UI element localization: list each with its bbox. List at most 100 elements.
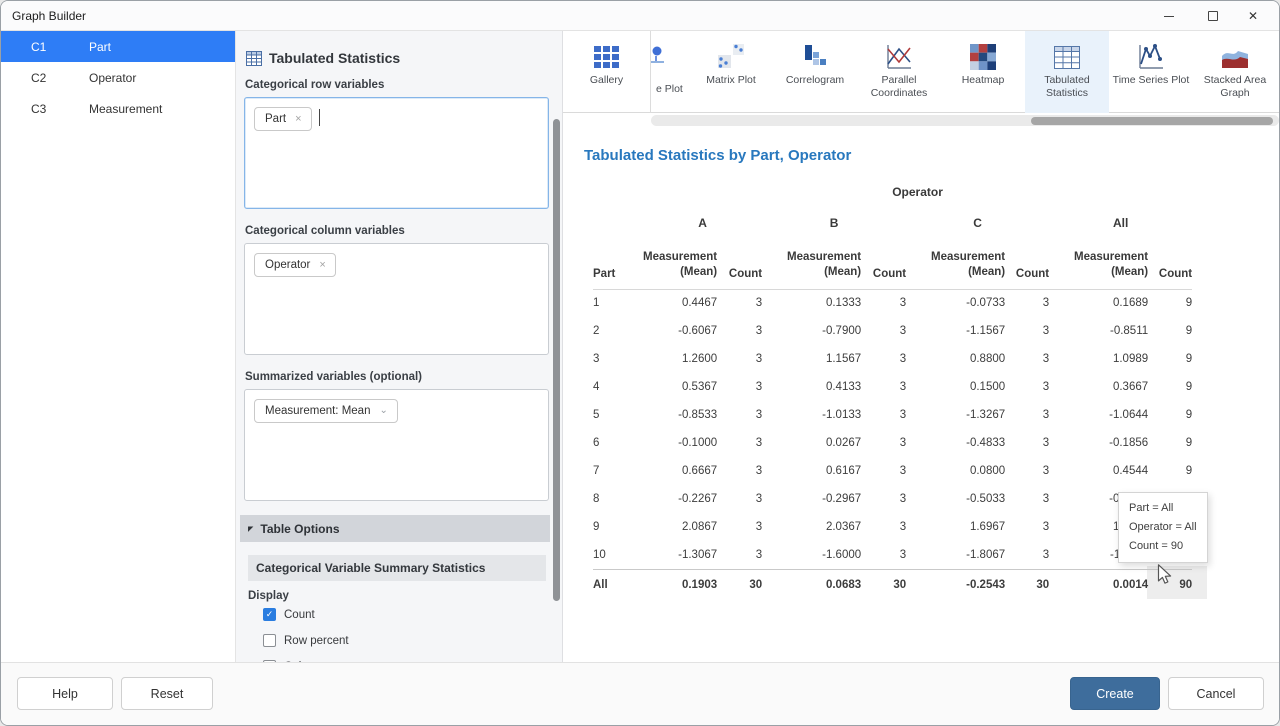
mean-cell[interactable]: -1.0644: [1049, 401, 1148, 429]
count-cell[interactable]: 3: [717, 513, 762, 541]
checkbox-checked-icon[interactable]: ✓: [263, 608, 276, 621]
mean-cell[interactable]: -0.2543: [906, 569, 1005, 601]
part-cell[interactable]: 10: [593, 541, 643, 569]
checkbox-count[interactable]: ✓ Count: [263, 608, 544, 621]
part-cell[interactable]: 7: [593, 457, 643, 485]
table-options-expander[interactable]: ◤ Table Options: [240, 515, 550, 542]
mean-cell[interactable]: 1.1567: [762, 345, 861, 373]
mean-cell[interactable]: 0.1333: [762, 289, 861, 317]
mean-cell[interactable]: -0.1856: [1049, 429, 1148, 457]
count-cell[interactable]: 3: [861, 373, 906, 401]
mean-cell[interactable]: -1.1567: [906, 317, 1005, 345]
count-cell[interactable]: 3: [861, 541, 906, 569]
count-cell[interactable]: 3: [861, 457, 906, 485]
close-button[interactable]: ✕: [1233, 1, 1273, 31]
gallery-item-heatmap[interactable]: Heatmap: [941, 31, 1025, 113]
count-cell[interactable]: 30: [1005, 569, 1049, 601]
chevron-down-icon[interactable]: ⌄: [379, 406, 387, 416]
mean-cell[interactable]: -1.3067: [643, 541, 717, 569]
mean-cell[interactable]: 0.3667: [1049, 373, 1148, 401]
mean-cell[interactable]: -0.8533: [643, 401, 717, 429]
mean-cell[interactable]: 0.4133: [762, 373, 861, 401]
mean-cell[interactable]: 0.6167: [762, 457, 861, 485]
count-cell[interactable]: 3: [717, 317, 762, 345]
mean-cell[interactable]: -1.6000: [762, 541, 861, 569]
cancel-button[interactable]: Cancel: [1168, 677, 1264, 710]
count-cell[interactable]: 3: [717, 373, 762, 401]
sidebar-item-part[interactable]: C1 Part: [1, 31, 235, 62]
variable-chip-operator[interactable]: Operator ×: [254, 253, 336, 277]
count-cell[interactable]: 3: [1005, 513, 1049, 541]
count-cell[interactable]: 3: [861, 429, 906, 457]
variable-chip-measurement-mean[interactable]: Measurement: Mean ⌄: [254, 399, 398, 423]
count-cell[interactable]: 3: [717, 289, 762, 317]
gallery-item-parallel-coordinates[interactable]: Parallel Coordinates: [857, 31, 941, 113]
scrollbar-thumb[interactable]: [553, 119, 560, 601]
mean-cell[interactable]: -0.4833: [906, 429, 1005, 457]
maximize-button[interactable]: [1193, 1, 1233, 31]
mean-cell[interactable]: 0.0683: [762, 569, 861, 601]
mean-cell[interactable]: -1.8067: [906, 541, 1005, 569]
sidebar-item-measurement[interactable]: C3 Measurement: [1, 93, 235, 124]
minimize-button[interactable]: [1149, 1, 1189, 31]
mean-cell[interactable]: 0.5367: [643, 373, 717, 401]
create-button[interactable]: Create: [1070, 677, 1160, 710]
count-cell[interactable]: 3: [1005, 429, 1049, 457]
mean-cell[interactable]: 0.4544: [1049, 457, 1148, 485]
summarized-variables-dropzone[interactable]: Measurement: Mean ⌄: [244, 389, 549, 501]
help-button[interactable]: Help: [17, 677, 113, 710]
mean-cell[interactable]: 0.0014: [1049, 569, 1148, 601]
gallery-item-matrix-plot[interactable]: Matrix Plot: [689, 31, 773, 113]
mean-cell[interactable]: -0.2967: [762, 485, 861, 513]
row-variables-dropzone[interactable]: Part ×: [244, 97, 549, 209]
part-cell[interactable]: 6: [593, 429, 643, 457]
count-cell[interactable]: 3: [1005, 457, 1049, 485]
count-cell[interactable]: 9: [1148, 345, 1192, 373]
count-cell[interactable]: 9: [1148, 373, 1192, 401]
count-cell[interactable]: 3: [1005, 401, 1049, 429]
mean-cell[interactable]: 0.1500: [906, 373, 1005, 401]
count-cell[interactable]: 9: [1148, 401, 1192, 429]
count-cell[interactable]: 30: [717, 569, 762, 601]
mean-cell[interactable]: 2.0867: [643, 513, 717, 541]
count-cell[interactable]: 3: [717, 457, 762, 485]
count-cell[interactable]: 3: [717, 429, 762, 457]
count-cell[interactable]: 9: [1148, 457, 1192, 485]
part-cell[interactable]: All: [593, 569, 643, 601]
count-cell[interactable]: 3: [1005, 345, 1049, 373]
mean-cell[interactable]: 0.1689: [1049, 289, 1148, 317]
panel-vertical-scrollbar[interactable]: [553, 31, 561, 664]
mean-cell[interactable]: -0.1000: [643, 429, 717, 457]
part-cell[interactable]: 9: [593, 513, 643, 541]
count-cell[interactable]: 3: [861, 485, 906, 513]
mean-cell[interactable]: 0.4467: [643, 289, 717, 317]
checkbox-unchecked-icon[interactable]: [263, 634, 276, 647]
mean-cell[interactable]: 1.6967: [906, 513, 1005, 541]
remove-chip-icon[interactable]: ×: [295, 114, 301, 125]
count-cell[interactable]: 3: [717, 485, 762, 513]
part-cell[interactable]: 4: [593, 373, 643, 401]
count-cell[interactable]: 3: [861, 401, 906, 429]
mean-cell[interactable]: -0.7900: [762, 317, 861, 345]
count-cell[interactable]: 3: [861, 345, 906, 373]
count-cell[interactable]: 3: [1005, 289, 1049, 317]
gallery-item-clipped-plot[interactable]: e Plot: [651, 31, 689, 113]
mean-cell[interactable]: -0.6067: [643, 317, 717, 345]
part-cell[interactable]: 3: [593, 345, 643, 373]
part-cell[interactable]: 5: [593, 401, 643, 429]
mean-cell[interactable]: -0.5033: [906, 485, 1005, 513]
mean-cell[interactable]: -0.8511: [1049, 317, 1148, 345]
checkbox-row-percent[interactable]: Row percent: [263, 634, 544, 647]
column-variables-dropzone[interactable]: Operator ×: [244, 243, 549, 355]
gallery-item-tabulated-statistics[interactable]: Tabulated Statistics: [1025, 31, 1109, 113]
count-cell[interactable]: 3: [717, 541, 762, 569]
gallery-item-time-series-plot[interactable]: Time Series Plot: [1109, 31, 1193, 113]
mean-cell[interactable]: 1.2600: [643, 345, 717, 373]
mean-cell[interactable]: 0.6667: [643, 457, 717, 485]
mean-cell[interactable]: 1.0989: [1049, 345, 1148, 373]
part-cell[interactable]: 8: [593, 485, 643, 513]
mean-cell[interactable]: -0.0733: [906, 289, 1005, 317]
gallery-horizontal-scrollbar[interactable]: [651, 115, 1279, 126]
part-cell[interactable]: 2: [593, 317, 643, 345]
count-cell[interactable]: 30: [861, 569, 906, 601]
